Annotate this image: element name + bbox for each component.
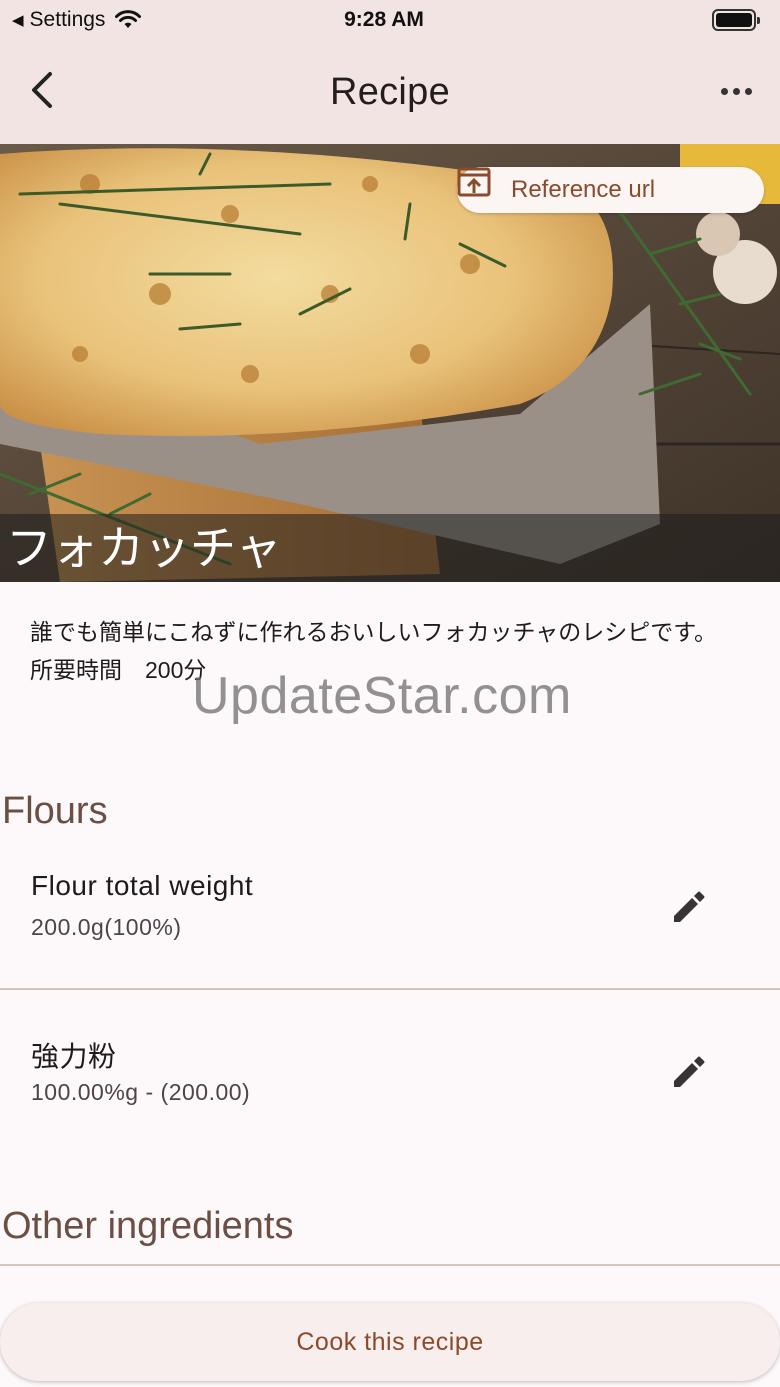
page-title: Recipe [329, 70, 451, 113]
status-time: 9:28 AM [344, 8, 424, 31]
flour-row-item: 強力粉 100.00%g - (200.00) [0, 1035, 780, 1165]
back-triangle-icon[interactable]: ◀ [12, 11, 24, 29]
status-back-app[interactable]: Settings [30, 8, 106, 32]
chevron-left-icon[interactable] [24, 68, 64, 112]
wifi-icon [115, 10, 142, 30]
divider [0, 988, 780, 990]
reference-url-button[interactable]: Reference url [457, 167, 764, 213]
status-bar: ◀ Settings 9:28 AM [0, 0, 780, 40]
reference-url-label: Reference url [511, 176, 656, 203]
divider [0, 1264, 780, 1266]
description-text: 誰でも簡単にこねずに作れるおいしいフォカッチャのレシピです。 [30, 619, 718, 645]
status-right [516, 9, 760, 31]
flour-subtitle: 200.0g(100%) [31, 914, 182, 940]
edit-icon[interactable] [670, 1051, 710, 1091]
flour-row-total: Flour total weight 200.0g(100%) [0, 870, 780, 1000]
more-horizontal-icon[interactable] [716, 76, 756, 106]
edit-icon[interactable] [670, 886, 710, 926]
flour-title: Flour total weight [31, 870, 254, 901]
cook-recipe-button[interactable]: Cook this recipe [0, 1303, 780, 1381]
section-title-other-ingredients: Other ingredients [2, 1205, 294, 1247]
recipe-image: Reference url フォカッチャ [0, 144, 780, 582]
battery-icon [712, 9, 760, 31]
recipe-name: フォカッチャ [0, 514, 780, 582]
flour-subtitle: 100.00%g - (200.00) [31, 1079, 251, 1105]
watermark: UpdateStar.com [192, 667, 572, 725]
app-bar: Recipe [0, 40, 780, 144]
section-title-flours: Flours [2, 790, 108, 832]
flour-title: 強力粉 [31, 1041, 117, 1072]
status-left: ◀ Settings [12, 8, 252, 32]
